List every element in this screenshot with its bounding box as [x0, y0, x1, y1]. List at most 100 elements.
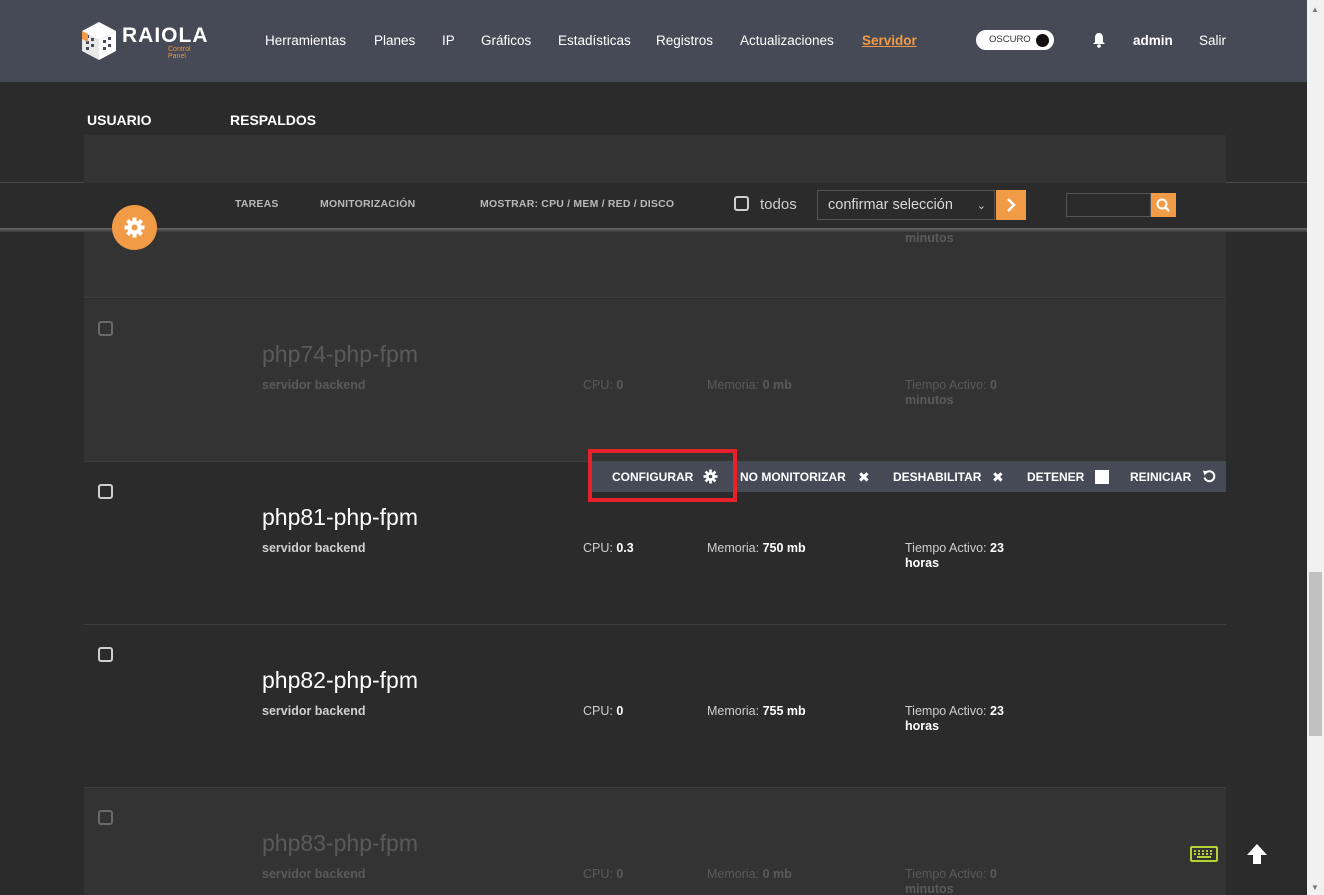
- scroll-to-top-icon[interactable]: [1244, 841, 1270, 867]
- uptime-unit: minutos: [905, 393, 954, 407]
- uptime-metric: Tiempo Activo: 23 horas: [905, 704, 1004, 734]
- memory-label: Memoria:: [707, 704, 760, 718]
- uptime-value: 0: [990, 378, 997, 392]
- partial-uptime-text: minutos: [905, 231, 954, 245]
- service-type: servidor backend: [262, 867, 366, 881]
- memory-label: Memoria:: [707, 378, 760, 392]
- apply-action-button[interactable]: [996, 190, 1026, 220]
- settings-fab-button[interactable]: [112, 205, 157, 250]
- user-name[interactable]: admin: [1133, 33, 1173, 48]
- memory-value: 0 mb: [762, 378, 792, 392]
- list-item[interactable]: php83-php-fpm servidor backend CPU: 0 Me…: [84, 788, 1226, 895]
- uptime-label: Tiempo Activo:: [905, 867, 987, 881]
- toolbar-shadow: [0, 228, 1307, 232]
- scrollbar-thumb[interactable]: [1309, 572, 1322, 736]
- chevron-right-icon: [1007, 198, 1016, 212]
- monitorizacion-link[interactable]: MONITORIZACIÓN: [320, 198, 415, 210]
- row-checkbox[interactable]: [98, 484, 113, 499]
- bell-icon[interactable]: [1092, 32, 1106, 48]
- keyboard-keys: [1194, 850, 1212, 858]
- tareas-link[interactable]: TAREAS: [235, 198, 279, 210]
- uptime-metric: Tiempo Activo: 0 minutos: [905, 867, 997, 895]
- cpu-value: 0: [616, 378, 624, 392]
- raiola-logo[interactable]: RAIOLA Control Panel: [80, 20, 210, 62]
- search-input[interactable]: [1066, 193, 1151, 217]
- memory-value: 0 mb: [762, 867, 792, 881]
- close-icon[interactable]: ✖: [992, 469, 1004, 486]
- mostrar-metrics-link[interactable]: MOSTRAR: CPU / MEM / RED / DISCO: [480, 198, 674, 210]
- memory-metric: Memoria: 755 mb: [707, 704, 806, 719]
- dark-mode-toggle[interactable]: OSCURO: [976, 30, 1054, 50]
- cpu-label: CPU:: [583, 704, 613, 718]
- nav-herramientas[interactable]: Herramientas: [265, 33, 346, 48]
- logo-cube-icon: [82, 22, 116, 60]
- cpu-metric: CPU: 0: [583, 378, 623, 393]
- service-name: php74-php-fpm: [262, 341, 418, 367]
- restart-icon[interactable]: [1202, 469, 1217, 484]
- uptime-metric: Tiempo Activo: 23 horas: [905, 541, 1004, 571]
- uptime-value: 23: [990, 704, 1004, 718]
- scrollbar[interactable]: [1307, 0, 1324, 895]
- nav-estadisticas[interactable]: Estadísticas: [558, 33, 631, 48]
- select-all-label: todos: [760, 196, 797, 213]
- memory-metric: Memoria: 0 mb: [707, 867, 792, 882]
- service-name: php83-php-fpm: [262, 830, 418, 856]
- uptime-label: Tiempo Activo:: [905, 704, 987, 718]
- logo-subtitle: Control Panel: [168, 46, 191, 60]
- service-name: php81-php-fpm: [262, 504, 418, 530]
- uptime-label: Tiempo Activo:: [905, 541, 987, 555]
- keyboard-icon[interactable]: [1190, 846, 1218, 862]
- memory-label: Memoria:: [707, 541, 760, 555]
- select-all-checkbox[interactable]: [734, 196, 749, 211]
- row-checkbox[interactable]: [98, 647, 113, 662]
- uptime-metric: Tiempo Activo: 0 minutos: [905, 378, 997, 408]
- service-type: servidor backend: [262, 704, 366, 718]
- scroll-down-arrow-icon[interactable]: ▼: [1311, 883, 1319, 892]
- uptime-unit: minutos: [905, 882, 954, 895]
- stop-button[interactable]: DETENER: [1027, 470, 1084, 484]
- uptime-value: 23: [990, 541, 1004, 555]
- cpu-metric: CPU: 0: [583, 704, 623, 719]
- memory-value: 750 mb: [762, 541, 806, 555]
- stop-icon[interactable]: [1095, 470, 1109, 484]
- search-icon: [1156, 198, 1170, 212]
- list-item[interactable]: php82-php-fpm servidor backend CPU: 0 Me…: [84, 625, 1226, 788]
- tab-respaldos[interactable]: RESPALDOS: [230, 112, 316, 128]
- nav-servidor[interactable]: Servidor: [862, 33, 917, 48]
- uptime-label: Tiempo Activo:: [905, 378, 987, 392]
- uptime-unit: horas: [905, 719, 940, 733]
- cpu-label: CPU:: [583, 541, 613, 555]
- service-name: php82-php-fpm: [262, 667, 418, 693]
- disable-button[interactable]: DESHABILITAR: [893, 470, 981, 484]
- cpu-value: 0: [616, 704, 624, 718]
- service-type: servidor backend: [262, 541, 366, 555]
- memory-value: 755 mb: [762, 704, 806, 718]
- uptime-value: 0: [990, 867, 997, 881]
- no-monitor-button[interactable]: NO MONITORIZAR: [740, 470, 846, 484]
- bulk-action-select[interactable]: confirmar selección ⌄: [817, 190, 995, 220]
- top-navigation-bar: RAIOLA Control Panel Herramientas Planes…: [0, 0, 1307, 82]
- cpu-label: CPU:: [583, 867, 613, 881]
- nav-planes[interactable]: Planes: [374, 33, 415, 48]
- tab-usuario[interactable]: USUARIO: [87, 112, 152, 128]
- nav-actualizaciones[interactable]: Actualizaciones: [740, 33, 834, 48]
- list-item[interactable]: php74-php-fpm servidor backend CPU: 0 Me…: [84, 299, 1226, 462]
- cpu-label: CPU:: [583, 378, 613, 392]
- scroll-up-arrow-icon[interactable]: ▲: [1311, 5, 1319, 14]
- chevron-down-icon: ⌄: [976, 200, 986, 212]
- row-checkbox[interactable]: [98, 810, 113, 825]
- nav-registros[interactable]: Registros: [656, 33, 713, 48]
- uptime-unit: horas: [905, 556, 940, 570]
- memory-label: Memoria:: [707, 867, 760, 881]
- nav-graficos[interactable]: Gráficos: [481, 33, 531, 48]
- restart-button[interactable]: REINICIAR: [1130, 470, 1191, 484]
- row-checkbox[interactable]: [98, 321, 113, 336]
- close-icon[interactable]: ✖: [858, 469, 870, 486]
- memory-metric: Memoria: 0 mb: [707, 378, 792, 393]
- logout-link[interactable]: Salir: [1199, 33, 1226, 48]
- highlight-box: [588, 449, 737, 502]
- toggle-label: OSCURO: [989, 34, 1031, 45]
- search-button[interactable]: [1151, 193, 1176, 217]
- toggle-knob: [1036, 34, 1049, 47]
- nav-ip[interactable]: IP: [442, 33, 455, 48]
